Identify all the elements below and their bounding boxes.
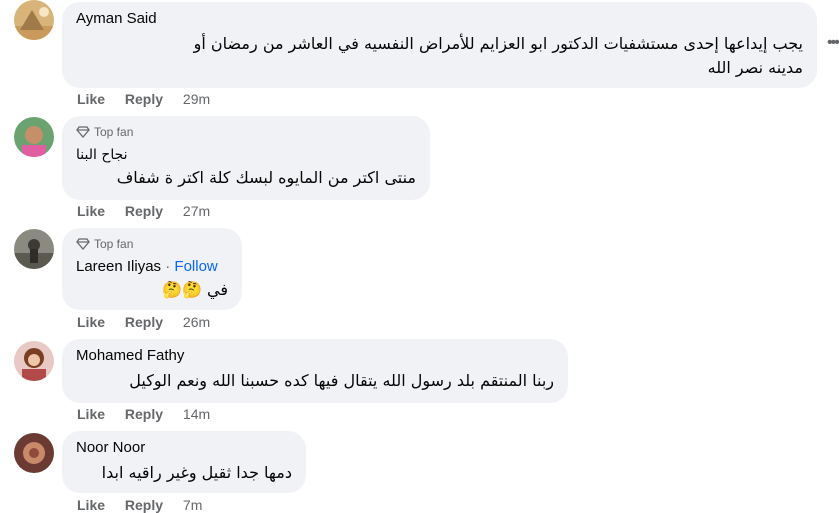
comment-text: يجب إيداعها إحدى مستشفيات الدكتور ابو ال… [193, 34, 803, 53]
comment-author-row: Lareen Iliyas · Follow [76, 258, 228, 276]
separator-dot: · [165, 258, 171, 275]
comment-bubble: Noor Noor دمها جدا ثقيل وغير راقيه ابدا [62, 431, 306, 493]
comment-timestamp[interactable]: 26m [183, 314, 210, 330]
reply-button[interactable]: Reply [125, 91, 163, 107]
comment-author[interactable]: Noor Noor [76, 439, 292, 457]
more-options-icon[interactable]: ••• [827, 34, 839, 52]
follow-link[interactable]: Follow [174, 258, 217, 275]
like-button[interactable]: Like [77, 91, 105, 107]
reply-button[interactable]: Reply [125, 497, 163, 513]
top-fan-label: Top fan [94, 125, 134, 139]
comment-timestamp[interactable]: 27m [183, 203, 210, 219]
comment-author[interactable]: Mohamed Fathy [76, 347, 554, 365]
comment-author[interactable]: Lareen Iliyas [76, 258, 161, 275]
diamond-icon [76, 238, 90, 250]
avatar[interactable] [14, 117, 54, 157]
comment-timestamp[interactable]: 14m [183, 406, 210, 422]
avatar[interactable] [14, 433, 54, 473]
comment-author[interactable]: نجاح البنا [76, 146, 416, 164]
avatar[interactable] [14, 229, 54, 269]
comment-text: منتى اكتر من المايوه لبسك كلة اكتر ة شفا… [116, 168, 416, 187]
comment-bubble: Mohamed Fathy ربنا المنتقم بلد رسول الله… [62, 339, 568, 403]
reply-button[interactable]: Reply [125, 203, 163, 219]
comment-author[interactable]: Ayman Said [76, 10, 803, 28]
top-fan-badge: Top fan [76, 124, 416, 140]
comment-bubble: Top fan نجاح البنا منتى اكتر من المايوه … [62, 116, 430, 200]
comment-actions: Like Reply 27m [77, 203, 226, 219]
like-button[interactable]: Like [77, 497, 105, 513]
comment-timestamp[interactable]: 7m [183, 497, 202, 513]
diamond-icon [76, 126, 90, 138]
reply-button[interactable]: Reply [125, 406, 163, 422]
comment-timestamp[interactable]: 29m [183, 91, 210, 107]
comment-bubble: Top fan Lareen Iliyas · Follow في 🤔🤔 [62, 228, 242, 310]
top-fan-label: Top fan [94, 237, 134, 251]
comment-text: في 🤔🤔 [162, 280, 228, 299]
like-button[interactable]: Like [77, 203, 105, 219]
like-button[interactable]: Like [77, 406, 105, 422]
avatar[interactable] [14, 341, 54, 381]
reply-button[interactable]: Reply [125, 314, 163, 330]
comment-actions: Like Reply 29m [77, 91, 226, 107]
comment-actions: Like Reply 26m [77, 314, 226, 330]
avatar[interactable] [14, 0, 54, 40]
comment-text: ربنا المنتقم بلد رسول الله يتقال فيها كد… [129, 371, 554, 390]
comment-actions: Like Reply 7m [77, 497, 218, 513]
comment-text: مدينه نصر الله [707, 58, 803, 77]
like-button[interactable]: Like [77, 314, 105, 330]
comment-actions: Like Reply 14m [77, 406, 226, 422]
comment-text: دمها جدا ثقيل وغير راقيه ابدا [101, 463, 292, 482]
top-fan-badge: Top fan [76, 236, 228, 252]
comment-bubble: Ayman Said يجب إيداعها إحدى مستشفيات الد… [62, 2, 817, 88]
